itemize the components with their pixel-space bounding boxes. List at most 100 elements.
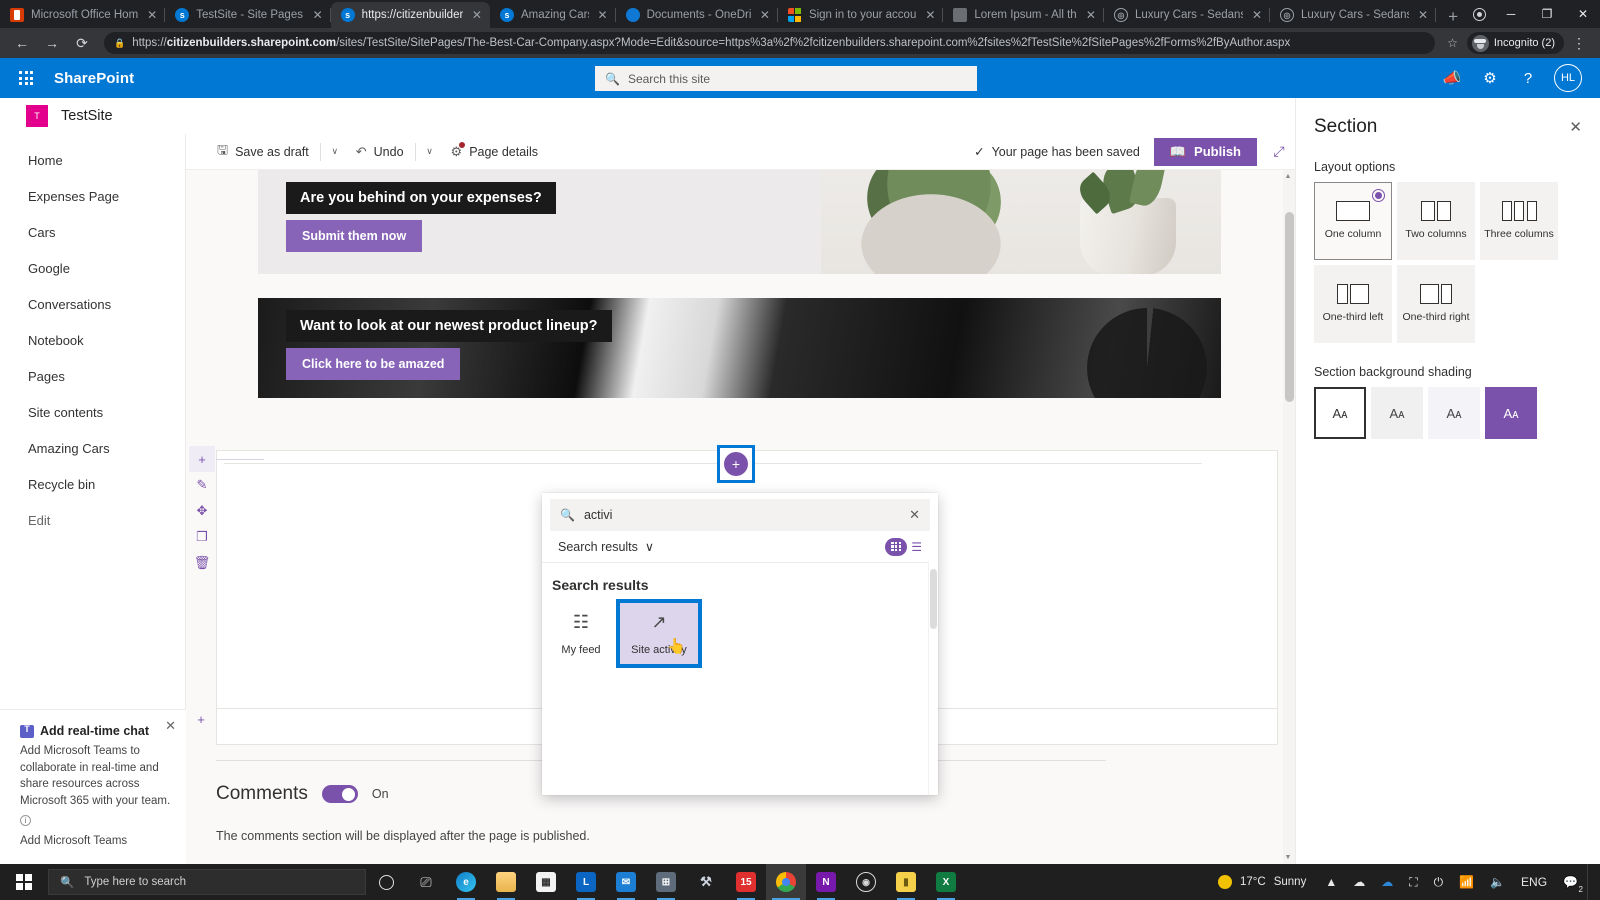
- browser-tab[interactable]: ◎ Luxury Cars - Sedans, ✕: [1270, 2, 1437, 28]
- sidebar-item-recycle-bin[interactable]: Recycle bin: [0, 466, 185, 502]
- save-options-caret[interactable]: ∨: [323, 137, 347, 167]
- close-icon[interactable]: ✕: [1416, 9, 1430, 21]
- scroll-up-icon[interactable]: ▲: [1283, 173, 1293, 180]
- close-icon[interactable]: ✕: [596, 9, 610, 21]
- close-icon[interactable]: ✕: [470, 9, 484, 21]
- star-icon[interactable]: ☆: [1443, 36, 1462, 50]
- notification-icon[interactable]: 💬 2: [1556, 864, 1585, 900]
- grid-view-icon[interactable]: [885, 537, 908, 556]
- window-close-button[interactable]: ✕: [1566, 1, 1600, 27]
- layout-option-one-third-right[interactable]: One-third right: [1397, 265, 1475, 343]
- webpart-tile-my-feed[interactable]: ☷ My feed: [548, 603, 614, 664]
- list-view-icon[interactable]: ☰: [909, 540, 922, 554]
- tools-icon[interactable]: ⚒: [686, 864, 726, 900]
- mail-icon[interactable]: ✉: [606, 864, 646, 900]
- app-launcher-icon[interactable]: [6, 58, 46, 98]
- sticky-notes-icon[interactable]: ▮: [886, 864, 926, 900]
- maximize-button[interactable]: ❐: [1530, 1, 1564, 27]
- layout-option-two-columns[interactable]: Two columns: [1397, 182, 1475, 260]
- new-tab-button[interactable]: +: [1440, 8, 1466, 28]
- layout-option-one-third-left[interactable]: One-third left: [1314, 265, 1392, 343]
- avatar[interactable]: HL: [1554, 64, 1582, 92]
- canvas-scrollbar[interactable]: ▲ ▼: [1283, 170, 1295, 864]
- cortana-icon[interactable]: [366, 864, 406, 900]
- sidebar-item-google[interactable]: Google: [0, 250, 185, 286]
- chevron-up-icon[interactable]: ▲: [1318, 864, 1344, 900]
- weather-widget[interactable]: 17°C Sunny: [1212, 875, 1316, 889]
- file-explorer-icon[interactable]: [486, 864, 526, 900]
- sidebar-item-cars[interactable]: Cars: [0, 214, 185, 250]
- banner-cta-button[interactable]: Click here to be amazed: [286, 348, 461, 380]
- publish-button[interactable]: 📖 Publish: [1153, 137, 1257, 166]
- close-icon[interactable]: ✕: [145, 9, 159, 21]
- language-indicator[interactable]: ENG: [1514, 864, 1554, 900]
- display-icon[interactable]: ⛶: [1402, 864, 1424, 900]
- add-section-below-icon[interactable]: +: [188, 706, 214, 732]
- show-desktop-button[interactable]: [1587, 864, 1594, 900]
- webpart-filter-dropdown[interactable]: Search results ∨: [558, 539, 654, 555]
- vlc-icon[interactable]: 15: [726, 864, 766, 900]
- onenote-icon[interactable]: N: [806, 864, 846, 900]
- sidebar-item-amazing-cars[interactable]: Amazing Cars: [0, 430, 185, 466]
- shade-swatch-neutral[interactable]: Aᴀ: [1371, 387, 1423, 439]
- layout-option-three-columns[interactable]: Three columns: [1480, 182, 1558, 260]
- kebab-menu-icon[interactable]: ⋮: [1566, 36, 1592, 50]
- banner-product-lineup[interactable]: Want to look at our newest product lineu…: [258, 298, 1221, 398]
- close-icon[interactable]: ✕: [1084, 9, 1098, 21]
- help-icon[interactable]: ?: [1511, 61, 1545, 95]
- browser-tab[interactable]: Lorem Ipsum - All the ✕: [943, 2, 1104, 28]
- minimize-button[interactable]: ─: [1494, 1, 1528, 27]
- layout-option-one-column[interactable]: One column: [1314, 182, 1392, 260]
- browser-tab[interactable]: Microsoft Office Home ✕: [0, 2, 166, 28]
- close-icon[interactable]: ✕: [311, 9, 325, 21]
- battery-icon[interactable]: ⏻: [1427, 864, 1451, 900]
- task-view-icon[interactable]: ⎚: [406, 864, 446, 900]
- edit-section-icon[interactable]: ✎: [189, 472, 215, 498]
- add-webpart-button[interactable]: +: [717, 445, 755, 483]
- sidebar-item-home[interactable]: Home: [0, 142, 185, 178]
- sidebar-item-expenses-page[interactable]: Expenses Page: [0, 178, 185, 214]
- close-icon[interactable]: ✕: [923, 9, 937, 21]
- browser-tab[interactable]: s TestSite - Site Pages - ✕: [165, 2, 331, 28]
- gear-icon[interactable]: ⚙: [1473, 61, 1507, 95]
- sidebar-item-conversations[interactable]: Conversations: [0, 286, 185, 322]
- add-microsoft-teams-link[interactable]: Add Microsoft Teams: [20, 835, 172, 847]
- profile-icon[interactable]: [1466, 1, 1492, 27]
- expand-icon[interactable]: ⤢: [1263, 136, 1295, 168]
- picker-scroll-thumb[interactable]: [930, 569, 937, 629]
- add-section-icon[interactable]: +: [189, 446, 264, 472]
- clear-search-icon[interactable]: ✕: [909, 507, 920, 523]
- canvas-scroll-thumb[interactable]: [1285, 212, 1294, 402]
- browser-tab[interactable]: Sign in to your accoun ✕: [778, 2, 944, 28]
- chrome-icon[interactable]: [766, 864, 806, 900]
- close-icon[interactable]: ✕: [165, 718, 176, 734]
- duplicate-section-icon[interactable]: ❐: [189, 524, 215, 550]
- browser-tab[interactable]: ◎ Luxury Cars - Sedans, ✕: [1104, 2, 1270, 28]
- edge-icon[interactable]: e: [446, 864, 486, 900]
- sidebar-item-pages[interactable]: Pages: [0, 358, 185, 394]
- sharepoint-brand[interactable]: SharePoint: [46, 70, 134, 87]
- address-bar[interactable]: 🔒 https://citizenbuilders.sharepoint.com…: [104, 32, 1436, 54]
- excel-icon[interactable]: X: [926, 864, 966, 900]
- megaphone-icon[interactable]: 📣: [1435, 61, 1469, 95]
- save-as-draft-button[interactable]: 🖫 Save as draft: [208, 137, 318, 167]
- shade-swatch-strong[interactable]: Aᴀ: [1485, 387, 1537, 439]
- windows-icon[interactable]: [0, 864, 48, 900]
- forward-icon[interactable]: →: [38, 30, 66, 56]
- incognito-indicator[interactable]: Incognito (2): [1466, 32, 1564, 54]
- move-section-icon[interactable]: ✥: [189, 498, 215, 524]
- webpart-search-input[interactable]: 🔍 activi ✕: [550, 499, 930, 531]
- browser-tab[interactable]: s Amazing Cars ✕: [490, 2, 616, 28]
- wifi-icon[interactable]: 📶: [1452, 864, 1481, 900]
- sidebar-item-notebook[interactable]: Notebook: [0, 322, 185, 358]
- sidebar-item-site-contents[interactable]: Site contents: [0, 394, 185, 430]
- page-details-button[interactable]: ⚙ Page details: [442, 137, 547, 167]
- site-title[interactable]: TestSite: [61, 108, 113, 124]
- undo-button[interactable]: ↶ Undo: [347, 137, 413, 167]
- calculator-icon[interactable]: ⊞: [646, 864, 686, 900]
- picker-scrollbar[interactable]: [928, 561, 938, 795]
- sidebar-item-edit[interactable]: Edit: [0, 502, 185, 538]
- undo-options-caret[interactable]: ∨: [418, 137, 442, 167]
- close-icon[interactable]: ✕: [1250, 9, 1264, 21]
- back-icon[interactable]: ←: [8, 30, 36, 56]
